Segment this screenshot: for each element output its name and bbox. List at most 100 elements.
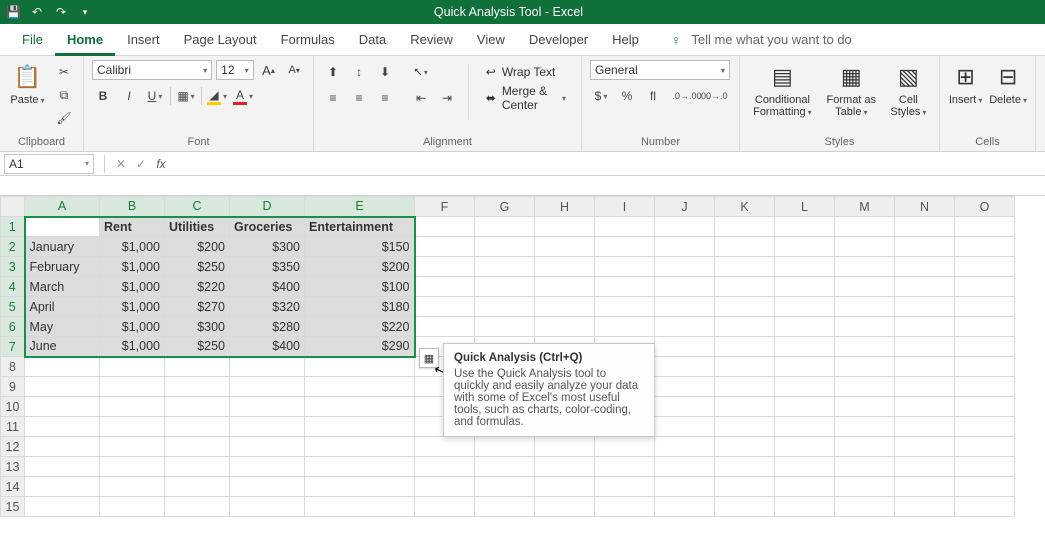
cell-A3[interactable]: February [25, 257, 100, 277]
tab-help[interactable]: Help [600, 24, 651, 56]
cell-O15[interactable] [955, 497, 1015, 517]
cell-D14[interactable] [230, 477, 305, 497]
increase-font-button[interactable]: A▴ [258, 60, 280, 80]
cell-C6[interactable]: $300 [165, 317, 230, 337]
tab-home[interactable]: Home [55, 24, 115, 56]
cell-N13[interactable] [895, 457, 955, 477]
align-bottom-button[interactable]: ⬇ [374, 62, 396, 82]
cell-O3[interactable] [955, 257, 1015, 277]
cell-J8[interactable] [655, 357, 715, 377]
cell-A6[interactable]: May [25, 317, 100, 337]
cell-H6[interactable] [535, 317, 595, 337]
column-header-O[interactable]: O [955, 197, 1015, 217]
row-header-11[interactable]: 11 [1, 417, 25, 437]
cell-O6[interactable] [955, 317, 1015, 337]
tab-data[interactable]: Data [347, 24, 398, 56]
cell-K5[interactable] [715, 297, 775, 317]
column-header-I[interactable]: I [595, 197, 655, 217]
cell-D8[interactable] [230, 357, 305, 377]
column-header-A[interactable]: A [25, 197, 100, 217]
cell-E2[interactable]: $150 [305, 237, 415, 257]
cell-A8[interactable] [25, 357, 100, 377]
cell-G4[interactable] [475, 277, 535, 297]
tab-file[interactable]: File [10, 24, 55, 56]
cell-I4[interactable] [595, 277, 655, 297]
cell-M7[interactable] [835, 337, 895, 357]
cell-M14[interactable] [835, 477, 895, 497]
cell-B2[interactable]: $1,000 [100, 237, 165, 257]
cell-O10[interactable] [955, 397, 1015, 417]
cell-K7[interactable] [715, 337, 775, 357]
column-header-M[interactable]: M [835, 197, 895, 217]
cell-C1[interactable]: Utilities [165, 217, 230, 237]
cell-D5[interactable]: $320 [230, 297, 305, 317]
tell-me-search[interactable]: ♀ Tell me what you want to do [671, 32, 852, 48]
cell-F2[interactable] [415, 237, 475, 257]
cell-K1[interactable] [715, 217, 775, 237]
cell-E13[interactable] [305, 457, 415, 477]
cell-L9[interactable] [775, 377, 835, 397]
cell-C7[interactable]: $250 [165, 337, 230, 357]
cell-F12[interactable] [415, 437, 475, 457]
cell-A11[interactable] [25, 417, 100, 437]
column-header-K[interactable]: K [715, 197, 775, 217]
cell-J1[interactable] [655, 217, 715, 237]
cell-N6[interactable] [895, 317, 955, 337]
cell-M4[interactable] [835, 277, 895, 297]
cell-H15[interactable] [535, 497, 595, 517]
cell-O9[interactable] [955, 377, 1015, 397]
cell-E4[interactable]: $100 [305, 277, 415, 297]
cell-E7[interactable]: $290 [305, 337, 415, 357]
cell-L3[interactable] [775, 257, 835, 277]
tab-page-layout[interactable]: Page Layout [172, 24, 269, 56]
insert-cells-button[interactable]: ⊞ Insert [948, 60, 983, 106]
cell-H1[interactable] [535, 217, 595, 237]
cell-H3[interactable] [535, 257, 595, 277]
cell-D3[interactable]: $350 [230, 257, 305, 277]
borders-button[interactable]: ▦ [175, 86, 197, 106]
cell-N12[interactable] [895, 437, 955, 457]
cancel-formula-button[interactable]: ✕ [111, 157, 131, 171]
cell-D2[interactable]: $300 [230, 237, 305, 257]
row-header-1[interactable]: 1 [1, 217, 25, 237]
cell-O13[interactable] [955, 457, 1015, 477]
cell-G2[interactable] [475, 237, 535, 257]
cell-B12[interactable] [100, 437, 165, 457]
tab-formulas[interactable]: Formulas [269, 24, 347, 56]
row-header-5[interactable]: 5 [1, 297, 25, 317]
cell-D12[interactable] [230, 437, 305, 457]
cell-L4[interactable] [775, 277, 835, 297]
cell-M12[interactable] [835, 437, 895, 457]
row-header-12[interactable]: 12 [1, 437, 25, 457]
cell-I5[interactable] [595, 297, 655, 317]
cell-L15[interactable] [775, 497, 835, 517]
cell-K6[interactable] [715, 317, 775, 337]
cell-F5[interactable] [415, 297, 475, 317]
decrease-decimal-button[interactable]: .00→.0 [702, 86, 724, 106]
cell-F1[interactable] [415, 217, 475, 237]
cell-A15[interactable] [25, 497, 100, 517]
cell-L11[interactable] [775, 417, 835, 437]
cell-C12[interactable] [165, 437, 230, 457]
cell-E1[interactable]: Entertainment [305, 217, 415, 237]
cell-I2[interactable] [595, 237, 655, 257]
cell-B9[interactable] [100, 377, 165, 397]
cell-B5[interactable]: $1,000 [100, 297, 165, 317]
cell-O12[interactable] [955, 437, 1015, 457]
cell-G12[interactable] [475, 437, 535, 457]
cell-F14[interactable] [415, 477, 475, 497]
cell-L1[interactable] [775, 217, 835, 237]
cell-D6[interactable]: $280 [230, 317, 305, 337]
column-header-L[interactable]: L [775, 197, 835, 217]
column-header-B[interactable]: B [100, 197, 165, 217]
align-middle-button[interactable]: ↕ [348, 62, 370, 82]
cell-C15[interactable] [165, 497, 230, 517]
column-header-C[interactable]: C [165, 197, 230, 217]
cell-K14[interactable] [715, 477, 775, 497]
cell-D7[interactable]: $400 [230, 337, 305, 357]
cell-C11[interactable] [165, 417, 230, 437]
cell-styles-button[interactable]: ▧ Cell Styles [886, 60, 931, 118]
cell-J3[interactable] [655, 257, 715, 277]
cell-K4[interactable] [715, 277, 775, 297]
cell-J12[interactable] [655, 437, 715, 457]
